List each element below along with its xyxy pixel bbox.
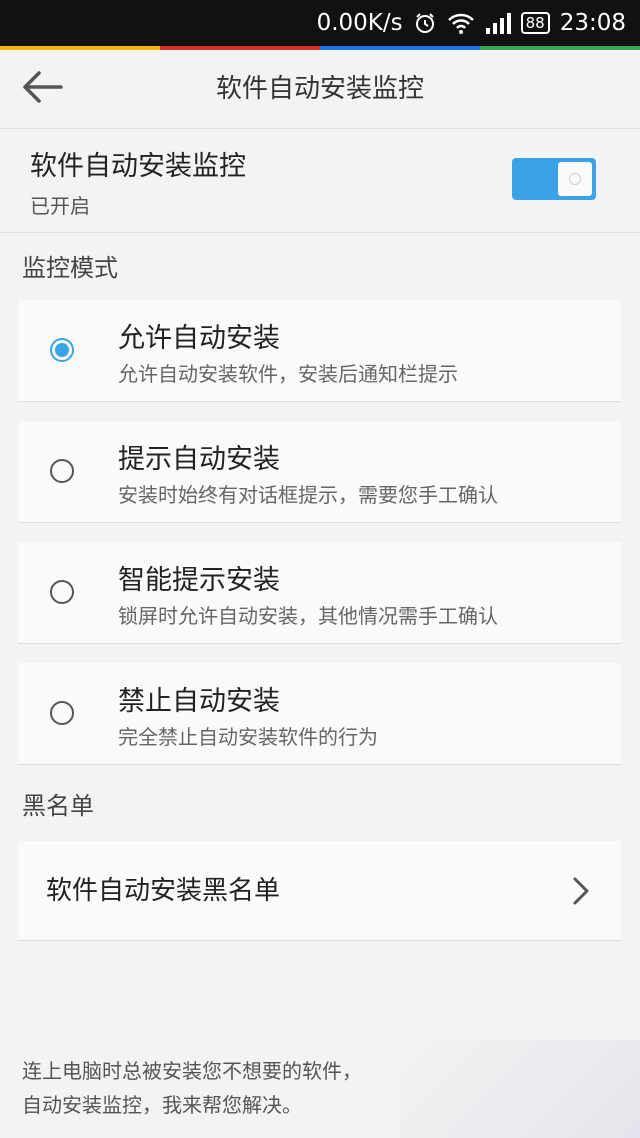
alarm-icon bbox=[413, 11, 437, 35]
radio-button[interactable] bbox=[50, 459, 74, 483]
radio-button[interactable] bbox=[50, 701, 74, 725]
mode-option-desc: 完全禁止自动安装软件的行为 bbox=[118, 725, 378, 749]
status-bar: 0.00K/s 88 23:08 bbox=[0, 0, 640, 46]
mode-option-desc: 锁屏时允许自动安装，其他情况需手工确认 bbox=[118, 604, 498, 628]
footer-line-2: 自动安装监控，我来帮您解决。 bbox=[22, 1093, 302, 1117]
toggle-knob bbox=[558, 162, 592, 196]
footer-note: 连上电脑时总被安装您不想要的软件， 自动安装监控，我来帮您解决。 bbox=[22, 1054, 362, 1122]
chevron-right-icon bbox=[571, 876, 591, 906]
mode-option-title: 智能提示安装 bbox=[118, 565, 280, 596]
monitor-mode-header: 监控模式 bbox=[22, 254, 118, 282]
mode-option-desc: 允许自动安装软件，安装后通知栏提示 bbox=[118, 362, 458, 386]
master-setting-title: 软件自动安装监控 bbox=[30, 151, 246, 182]
blacklist-item[interactable]: 软件自动安装黑名单 bbox=[18, 841, 621, 941]
mode-option-desc: 安装时始终有对话框提示，需要您手工确认 bbox=[118, 483, 498, 507]
master-setting-row[interactable]: 软件自动安装监控 已开启 bbox=[0, 128, 640, 233]
signal-icon bbox=[485, 12, 511, 34]
mode-option-title: 允许自动安装 bbox=[118, 323, 280, 354]
mode-option-allow[interactable]: 允许自动安装 允许自动安装软件，安装后通知栏提示 bbox=[18, 300, 621, 402]
battery-icon: 88 bbox=[520, 12, 550, 34]
watermark bbox=[400, 1040, 640, 1138]
mode-option-title: 禁止自动安装 bbox=[118, 686, 280, 717]
blacklist-header: 黑名单 bbox=[22, 792, 94, 820]
back-button[interactable] bbox=[16, 66, 68, 112]
knob-dot bbox=[569, 173, 581, 185]
network-speed: 0.00K/s bbox=[316, 10, 403, 36]
mode-option-forbid[interactable]: 禁止自动安装 完全禁止自动安装软件的行为 bbox=[18, 663, 621, 765]
master-setting-status: 已开启 bbox=[30, 194, 90, 218]
mode-option-prompt[interactable]: 提示自动安装 安装时始终有对话框提示，需要您手工确认 bbox=[18, 421, 621, 523]
master-toggle-switch[interactable] bbox=[512, 158, 596, 200]
wifi-icon bbox=[447, 12, 475, 34]
mode-option-title: 提示自动安装 bbox=[118, 444, 280, 475]
blacklist-item-label: 软件自动安装黑名单 bbox=[46, 876, 281, 906]
radio-button[interactable] bbox=[50, 580, 74, 604]
page-title: 软件自动安装监控 bbox=[215, 74, 424, 104]
battery-level: 88 bbox=[520, 12, 550, 34]
radio-button-selected[interactable] bbox=[50, 338, 74, 362]
app-bar: 软件自动安装监控 bbox=[0, 50, 640, 129]
mode-option-smart[interactable]: 智能提示安装 锁屏时允许自动安装，其他情况需手工确认 bbox=[18, 542, 621, 644]
arrow-left-icon bbox=[21, 70, 63, 108]
footer-line-1: 连上电脑时总被安装您不想要的软件， bbox=[22, 1059, 362, 1083]
clock: 23:08 bbox=[559, 10, 626, 36]
